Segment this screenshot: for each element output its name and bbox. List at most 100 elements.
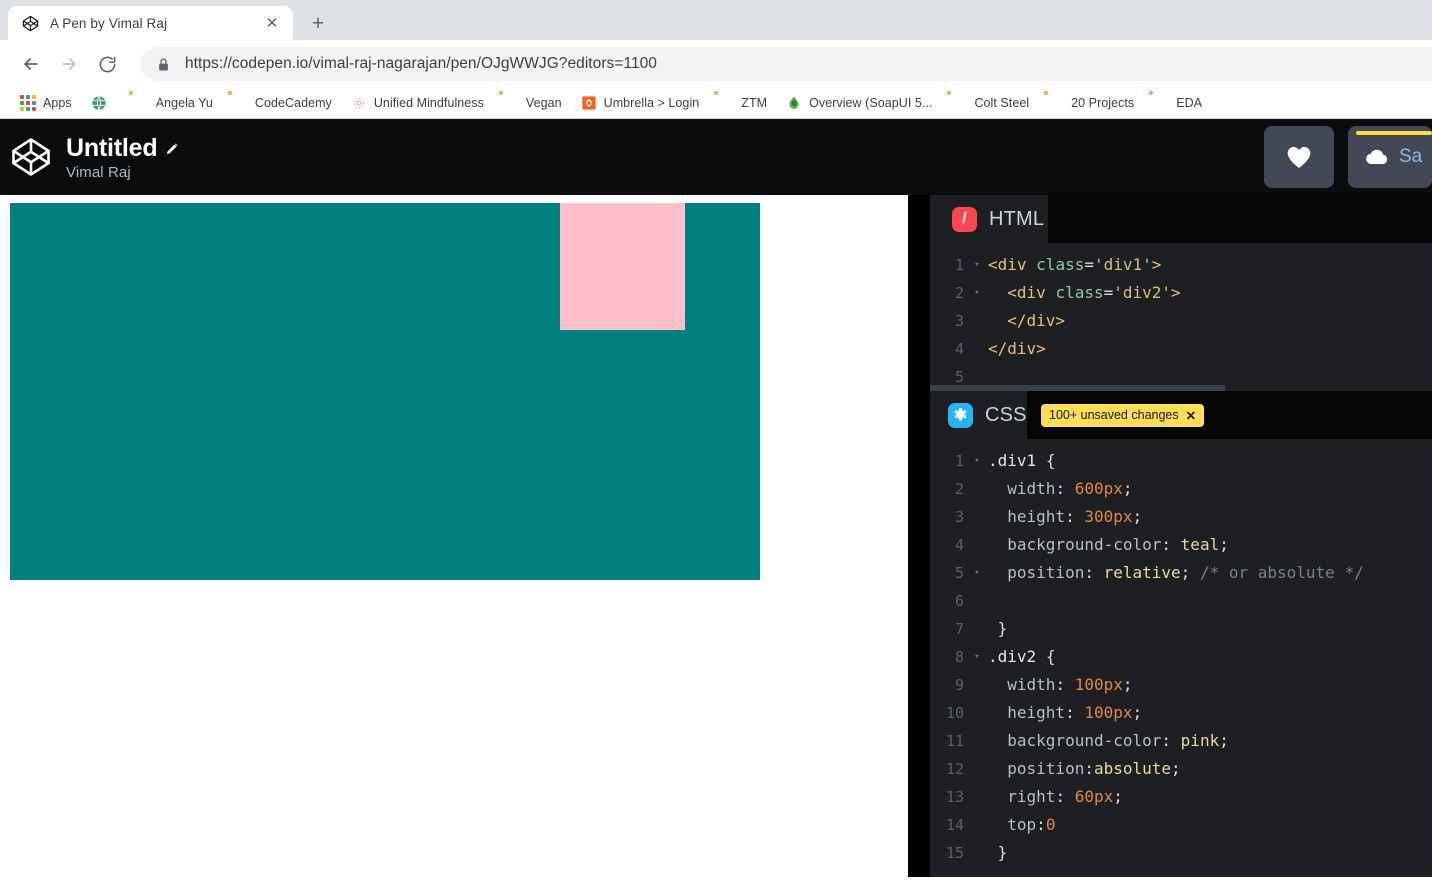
code-text: top:0 xyxy=(1007,815,1056,834)
codepen-logo-icon[interactable] xyxy=(10,136,52,178)
bookmark-label: 20 Projects xyxy=(1071,96,1135,110)
bookmark-label: Overview (SoapUI 5... xyxy=(809,96,933,110)
code-line: 14 top:0 xyxy=(930,811,1432,839)
code-text: position: relative; /* or absolute */ xyxy=(1007,563,1364,582)
bookmark-ztm[interactable]: ZTM xyxy=(710,92,775,114)
bookmark-label: Angela Yu xyxy=(155,96,213,110)
heart-icon xyxy=(1287,146,1311,168)
reload-icon[interactable] xyxy=(90,47,124,81)
line-number: 5 xyxy=(954,564,964,582)
fold-arrow-icon[interactable]: ▾ xyxy=(970,652,984,662)
code-line: 3 height: 300px; xyxy=(930,503,1432,531)
bookmark-codecademy[interactable]: CodeCademy xyxy=(224,92,340,114)
bookmarks-bar: Apps Angela Yu CodeCademy Unified Mindfu… xyxy=(0,88,1432,119)
code-line: 4 </div> xyxy=(930,335,1432,363)
tab-css[interactable]: ✱ CSS xyxy=(930,391,1027,439)
bookmark-unified-mindfulness[interactable]: Unified Mindfulness xyxy=(343,92,492,114)
fold-arrow-icon[interactable]: ▾ xyxy=(970,456,984,466)
html-code-area[interactable]: 1 ▾ <div class='div1'> 2 ▾ <div class='d… xyxy=(930,243,1432,391)
unsaved-changes-badge[interactable]: 100+ unsaved changes ✕ xyxy=(1041,403,1205,427)
bookmark-label: CodeCademy xyxy=(254,96,332,110)
line-number: 15 xyxy=(945,844,964,862)
save-button[interactable]: Sa xyxy=(1348,126,1432,188)
bookmark-vegan[interactable]: Vegan xyxy=(495,92,570,114)
code-line: 13 right: 60px; xyxy=(930,783,1432,811)
bookmark-globe[interactable] xyxy=(83,92,122,114)
header-actions: Sa xyxy=(1264,126,1432,188)
apps-grid-icon xyxy=(20,95,36,111)
css-badge-icon: ✱ xyxy=(948,402,973,428)
browser-tab[interactable]: A Pen by Vimal Raj ✕ xyxy=(8,6,293,40)
line-number: 2 xyxy=(954,480,964,498)
preview-pane[interactable] xyxy=(0,195,908,877)
code-line: 11 background-color: pink; xyxy=(930,727,1432,755)
line-number: 8 xyxy=(954,648,964,666)
close-icon[interactable]: ✕ xyxy=(1186,408,1196,423)
bookmark-label: Umbrella > Login xyxy=(603,96,700,110)
bookmark-label: EDA xyxy=(1176,96,1203,110)
bookmark-label: Colt Steel xyxy=(974,96,1030,110)
code-text: </div> xyxy=(1007,311,1066,330)
folder-icon xyxy=(1048,95,1064,111)
code-text: .div1 { xyxy=(988,451,1056,470)
css-tabbar: ✱ CSS 100+ unsaved changes ✕ xyxy=(930,391,1432,439)
code-text: height: 100px; xyxy=(1007,703,1143,722)
close-icon[interactable]: ✕ xyxy=(261,12,283,34)
code-line: 9 width: 100px; xyxy=(930,671,1432,699)
bookmark-colt-steel[interactable]: Colt Steel xyxy=(943,92,1037,114)
bookmark-label: Vegan xyxy=(525,96,562,110)
browser-toolbar: https://codepen.io/vimal-raj-nagarajan/p… xyxy=(0,40,1432,88)
css-code-area[interactable]: 1 ▾ .div1 { 2 width: 600px; 3 height: 30… xyxy=(930,439,1432,877)
html-tabbar: / HTML xyxy=(930,195,1432,243)
pane-resizer[interactable] xyxy=(908,195,930,877)
bookmark-umbrella-login[interactable]: 0 Umbrella > Login xyxy=(573,92,708,114)
bookmark-apps[interactable]: Apps xyxy=(12,92,80,114)
bookmark-label: Apps xyxy=(43,96,72,110)
unsaved-changes-label: 100+ unsaved changes xyxy=(1049,408,1179,422)
code-text: } xyxy=(997,619,1008,638)
line-number: 10 xyxy=(945,704,964,722)
back-icon[interactable] xyxy=(14,47,48,81)
code-text: position:absolute; xyxy=(1007,759,1181,778)
line-number: 1 xyxy=(954,452,964,470)
fold-arrow-icon[interactable]: ▾ xyxy=(970,288,984,298)
bookmark-eda[interactable]: EDA xyxy=(1145,92,1210,114)
preview-div2 xyxy=(560,203,685,330)
code-line: 5 ▾ position: relative; /* or absolute *… xyxy=(930,559,1432,587)
bookmark-20-projects[interactable]: 20 Projects xyxy=(1040,92,1142,114)
fold-arrow-icon[interactable]: ▾ xyxy=(970,568,984,578)
code-text: right: 60px; xyxy=(1007,787,1123,806)
code-line: 1 ▾ .div1 { xyxy=(930,447,1432,475)
address-bar[interactable]: https://codepen.io/vimal-raj-nagarajan/p… xyxy=(140,47,1432,81)
code-text: <div class='div2'> xyxy=(1007,283,1181,302)
line-number: 3 xyxy=(954,508,964,526)
code-text: .div2 { xyxy=(988,647,1056,666)
bookmark-soapui-overview[interactable]: Overview (SoapUI 5... xyxy=(778,92,940,114)
folder-icon xyxy=(951,95,967,111)
line-number: 9 xyxy=(954,676,964,694)
code-text: background-color: pink; xyxy=(1007,731,1229,750)
line-number: 11 xyxy=(945,732,964,750)
workspace: / HTML 1 ▾ <div class='div1'> 2 ▾ <div c… xyxy=(0,195,1432,877)
code-line: 4 background-color: teal; xyxy=(930,531,1432,559)
pencil-icon[interactable] xyxy=(165,141,180,156)
code-text: <div class='div1'> xyxy=(988,255,1162,274)
folder-icon xyxy=(718,95,734,111)
umbrella-orange-icon: 0 xyxy=(581,96,596,110)
folder-icon xyxy=(503,95,519,111)
url-text: https://codepen.io/vimal-raj-nagarajan/p… xyxy=(185,55,657,72)
love-button[interactable] xyxy=(1264,126,1334,188)
code-text: height: 300px; xyxy=(1007,507,1143,526)
line-number: 12 xyxy=(945,760,964,778)
tab-html[interactable]: / HTML xyxy=(930,195,1048,243)
code-line: 2 ▾ <div class='div2'> xyxy=(930,279,1432,307)
tab-strip: A Pen by Vimal Raj ✕ + xyxy=(0,0,1432,40)
codepen-header: Untitled Vimal Raj Sa xyxy=(0,119,1432,195)
fold-arrow-icon[interactable]: ▾ xyxy=(970,260,984,270)
folder-icon xyxy=(1153,95,1169,111)
cloud-icon xyxy=(1366,149,1388,164)
tab-title: A Pen by Vimal Raj xyxy=(50,15,168,31)
pen-author[interactable]: Vimal Raj xyxy=(66,164,180,181)
new-tab-button[interactable]: + xyxy=(303,8,333,38)
bookmark-angela-yu[interactable]: Angela Yu xyxy=(125,92,221,114)
